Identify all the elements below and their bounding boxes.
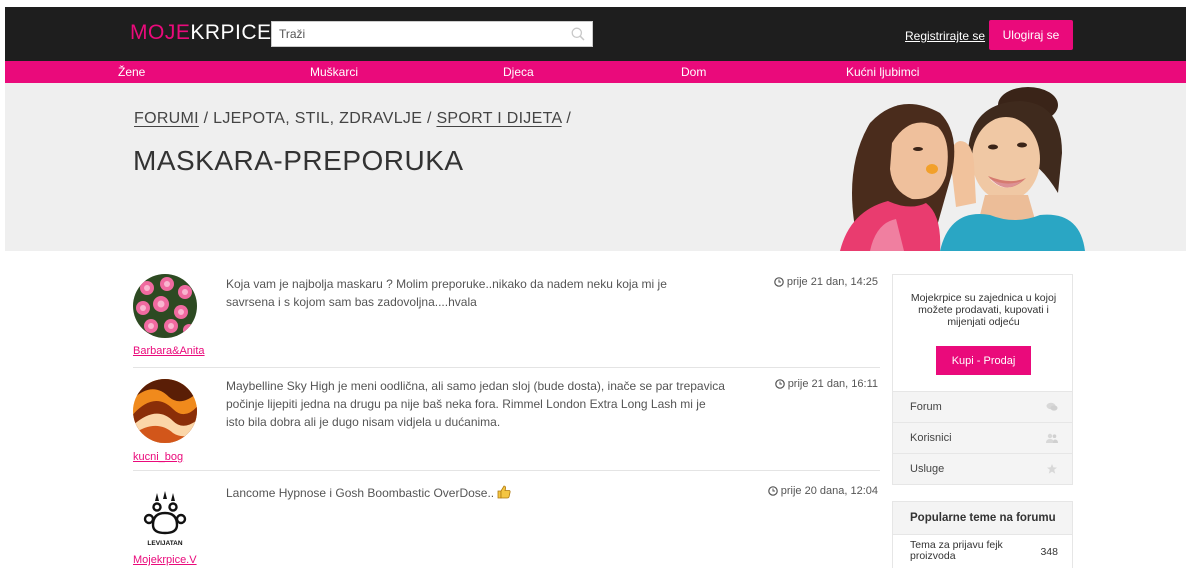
sidebar-item-label: Usluge xyxy=(910,463,945,475)
chat-icon xyxy=(1046,402,1058,411)
post-text-content: Lancome Hypnose i Gosh Boombastic OverDo… xyxy=(226,486,495,500)
nav-item-dom[interactable]: Dom xyxy=(681,66,706,78)
user-avatar[interactable]: LEVIJATAN xyxy=(133,487,197,551)
search-box xyxy=(271,21,593,47)
post-divider xyxy=(133,470,880,471)
search-input[interactable] xyxy=(272,22,562,46)
nav-item-muskarci[interactable]: Muškarci xyxy=(310,66,358,78)
post-text: Koja vam je najbolja maskaru ? Molim pre… xyxy=(226,277,667,309)
users-icon xyxy=(1046,433,1058,443)
popular-topic-title: Tema za prijavu fejk proizvoda xyxy=(910,539,1003,562)
post-time-text: prije 20 dana, 12:04 xyxy=(780,485,878,497)
nav-item-kucni-ljubimci[interactable]: Kućni ljubimci xyxy=(846,66,919,78)
thumbs-up-icon xyxy=(497,485,511,499)
breadcrumb-forumi[interactable]: FORUMI xyxy=(134,110,199,127)
sidebar-description: Mojekrpice su zajednica u kojoj možete p… xyxy=(910,292,1057,328)
post-username[interactable]: Barbara&Anita xyxy=(133,345,205,357)
post-divider xyxy=(133,367,880,368)
post-time-text: prije 21 dan, 14:25 xyxy=(786,276,878,288)
post-text: Maybelline Sky High je meni oodlična, al… xyxy=(226,379,725,429)
sidebar-menu: Forum Korisnici Usluge xyxy=(893,391,1072,484)
sidebar-info-box: Mojekrpice su zajednica u kojoj možete p… xyxy=(892,274,1073,485)
breadcrumb-separator: / xyxy=(426,110,432,127)
post-timestamp: prije 21 dan, 14:25 xyxy=(774,276,878,288)
post-time-text: prije 21 dan, 16:11 xyxy=(787,378,878,390)
avatar-logo-text: LEVIJATAN xyxy=(147,540,182,547)
category-nav: Žene Muškarci Djeca Dom Kućni ljubimci xyxy=(5,61,1186,83)
clock-icon xyxy=(774,277,784,287)
logo-text-part2: KRPICE xyxy=(190,21,272,44)
sidebar-item-korisnici[interactable]: Korisnici xyxy=(893,422,1072,453)
user-avatar[interactable] xyxy=(133,379,197,443)
sidebar-item-label: Forum xyxy=(910,401,942,413)
hero-banner: FORUMI / LJEPOTA, STIL, ZDRAVLJE / SPORT… xyxy=(5,83,1186,251)
site-logo[interactable]: MOJEKRPICE xyxy=(130,22,272,43)
breadcrumb: FORUMI / LJEPOTA, STIL, ZDRAVLJE / SPORT… xyxy=(134,110,571,128)
buy-sell-button[interactable]: Kupi - Prodaj xyxy=(936,346,1031,375)
nav-item-zene[interactable]: Žene xyxy=(118,66,145,78)
clock-icon xyxy=(774,379,785,389)
clock-icon xyxy=(767,486,778,496)
sidebar-item-forum[interactable]: Forum xyxy=(893,391,1072,422)
logo-text-part1: MOJE xyxy=(130,21,191,44)
page-title: MASKARA-PREPORUKA xyxy=(133,145,464,176)
breadcrumb-sport-i-dijeta[interactable]: SPORT I DIJETA xyxy=(436,110,561,127)
popular-topics-box: Popularne teme na forumu Tema za prijavu… xyxy=(892,501,1073,568)
post-timestamp: prije 21 dan, 16:11 xyxy=(774,378,878,390)
login-button[interactable]: Ulogiraj se xyxy=(989,20,1073,50)
user-avatar[interactable] xyxy=(133,274,197,338)
hero-women-whispering-image xyxy=(840,87,1085,251)
sidebar-item-label: Korisnici xyxy=(910,432,952,444)
post-username[interactable]: Mojekrpice.V xyxy=(133,554,197,566)
post-text: Lancome Hypnose i Gosh Boombastic OverDo… xyxy=(226,484,706,502)
popular-topics-heading: Popularne teme na forumu xyxy=(893,502,1072,535)
breadcrumb-ljepota: LJEPOTA, STIL, ZDRAVLJE xyxy=(213,110,423,127)
popular-topic-count: 348 xyxy=(1040,546,1058,558)
post-username[interactable]: kucni_bog xyxy=(133,451,183,463)
sidebar-item-usluge[interactable]: Usluge xyxy=(893,453,1072,484)
popular-topic-row[interactable]: Tema za prijavu fejk proizvoda 348 xyxy=(893,535,1072,568)
post-timestamp: prije 20 dana, 12:04 xyxy=(767,485,878,497)
breadcrumb-separator: / xyxy=(203,110,209,127)
breadcrumb-separator: / xyxy=(566,110,572,127)
star-icon xyxy=(1047,464,1057,474)
register-link[interactable]: Registrirajte se xyxy=(905,29,985,43)
search-icon[interactable] xyxy=(571,27,585,41)
nav-item-djeca[interactable]: Djeca xyxy=(503,66,534,78)
